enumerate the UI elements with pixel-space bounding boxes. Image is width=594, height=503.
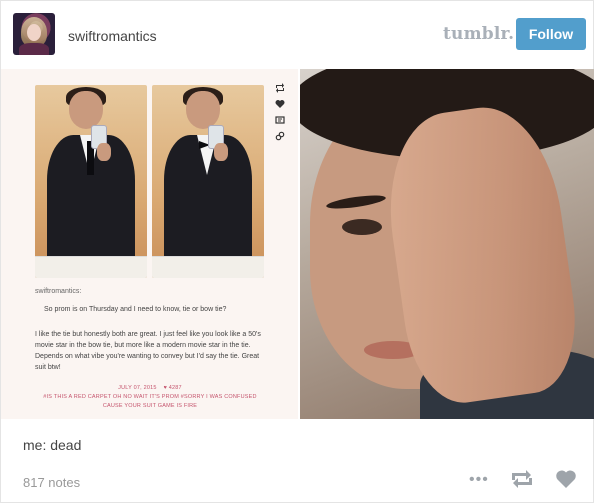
blog-avatar[interactable] (13, 13, 55, 55)
embedded-side-icons (273, 83, 287, 147)
comment-icon (275, 116, 285, 124)
more-options-icon[interactable]: ••• (469, 471, 489, 489)
embedded-meta: JULY 07, 2015 ♥ 4287 #IS THIS A RED CARP… (35, 384, 265, 411)
head (69, 91, 103, 129)
avatar-face (27, 24, 41, 41)
embedded-date: JULY 07, 2015 (118, 385, 157, 391)
hand (97, 143, 111, 161)
sink (35, 256, 147, 278)
avatar-shirt (19, 43, 49, 55)
photo-facepalm[interactable] (300, 69, 594, 419)
embedded-notes: ♥ 4287 (163, 385, 182, 391)
sink (152, 256, 264, 278)
head (186, 91, 220, 129)
reblog-button-icon[interactable] (511, 470, 533, 488)
link-icon (275, 131, 285, 141)
blog-name-link[interactable]: swiftromantics (68, 28, 157, 44)
embedded-blog-name: swiftromantics: (35, 288, 82, 295)
tumblr-logo[interactable]: tumblr. (443, 24, 514, 44)
post-caption: me: dead (23, 437, 82, 453)
notes-count[interactable]: 817 notes (23, 475, 80, 490)
reblog-icon (276, 83, 284, 93)
photo-ask-screenshot[interactable]: swiftromantics: So prom is on Thursday a… (1, 69, 298, 419)
eye (342, 219, 382, 235)
like-button-icon[interactable] (555, 469, 577, 489)
post-card: swiftromantics tumblr. Follow swiftroman… (0, 0, 594, 503)
follow-button[interactable]: Follow (516, 18, 586, 50)
embedded-tags: #IS THIS A RED CARPET OH NO WAIT IT'S PR… (43, 394, 257, 409)
hand (214, 143, 228, 161)
embedded-question: So prom is on Thursday and I need to kno… (44, 306, 227, 313)
heart-icon (275, 100, 285, 108)
mirror-selfie-tie (35, 85, 147, 278)
embedded-answer: I like the tie but honestly both are gre… (35, 331, 261, 371)
mirror-selfie-bowtie (152, 85, 264, 278)
